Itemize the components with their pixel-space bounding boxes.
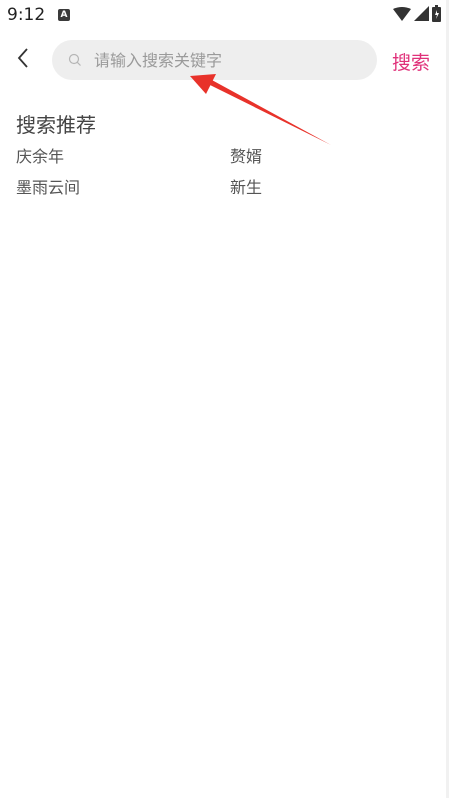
search-input[interactable] <box>94 45 354 75</box>
recommendation-item[interactable]: 新生 <box>230 177 430 199</box>
back-button[interactable] <box>10 46 36 74</box>
search-header: 搜索 <box>0 38 449 82</box>
status-bar: 9:12 A <box>0 0 449 30</box>
recommendation-item[interactable]: 庆余年 <box>16 146 230 168</box>
recommendation-item[interactable]: 墨雨云间 <box>16 177 230 199</box>
signal-icon <box>414 5 429 25</box>
recommendations-title: 搜索推荐 <box>16 113 96 137</box>
wifi-icon <box>393 6 411 25</box>
search-box[interactable] <box>52 40 377 80</box>
status-icons <box>393 4 441 26</box>
recommendation-item[interactable]: 赘婿 <box>230 146 430 168</box>
search-icon <box>68 53 82 67</box>
chevron-left-icon <box>16 47 30 73</box>
battery-icon <box>432 4 441 26</box>
status-time: 9:12 <box>7 5 46 25</box>
recommendations-list: 庆余年 赘婿 墨雨云间 新生 <box>16 146 436 199</box>
a-badge-icon: A <box>58 9 70 21</box>
search-button[interactable]: 搜索 <box>392 48 430 75</box>
